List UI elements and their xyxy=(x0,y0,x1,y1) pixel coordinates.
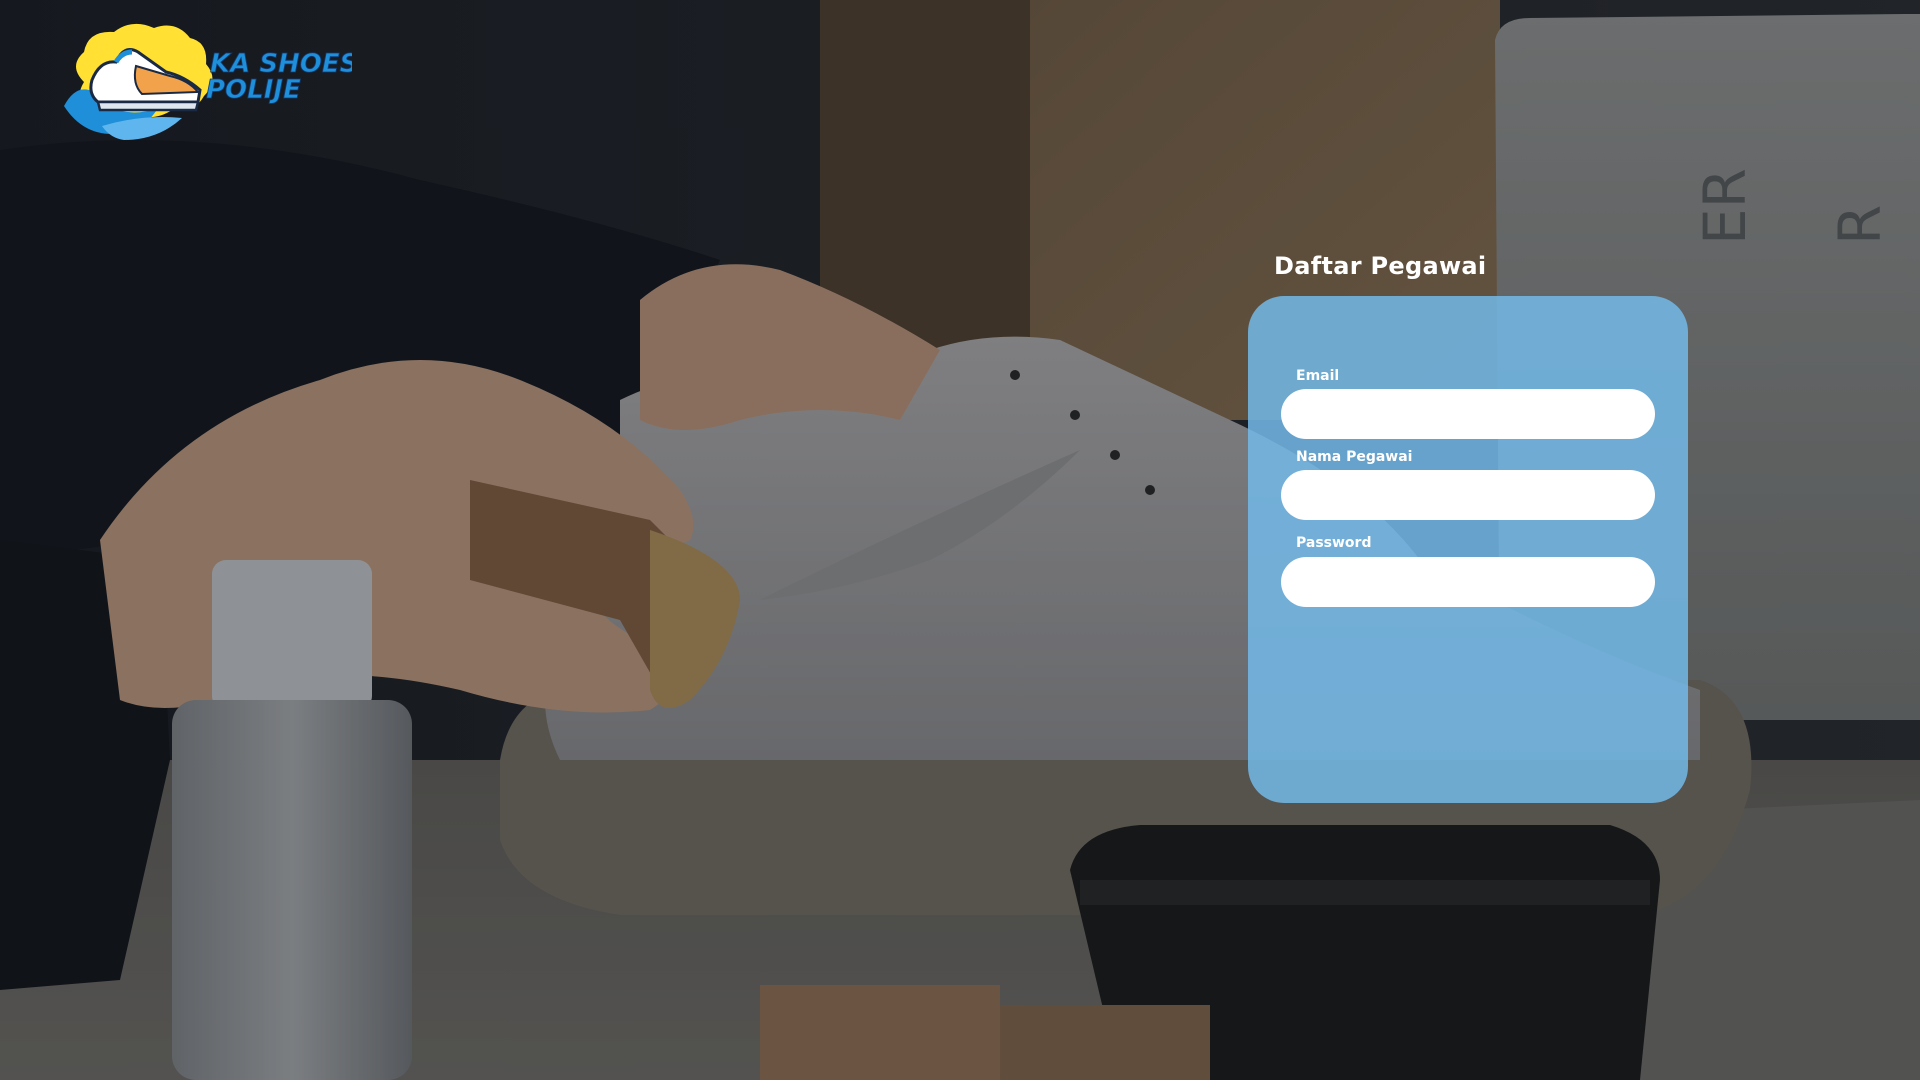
password-label: Password xyxy=(1296,535,1372,551)
employee-name-label: Nama Pegawai xyxy=(1296,449,1413,465)
form-title: Daftar Pegawai xyxy=(1274,252,1487,280)
employee-name-input[interactable] xyxy=(1281,470,1655,520)
brand-logo[interactable]: KA SHOES POLIJE xyxy=(62,22,352,147)
password-input[interactable] xyxy=(1281,557,1655,607)
email-label: Email xyxy=(1296,368,1340,384)
page: ER R KA SHOES POLIJE Daftar Pegawai Emai… xyxy=(0,0,1920,1080)
email-input[interactable] xyxy=(1281,389,1655,439)
sneaker-logo-icon xyxy=(64,23,213,140)
logo-text-line2: POLIJE xyxy=(206,75,301,105)
